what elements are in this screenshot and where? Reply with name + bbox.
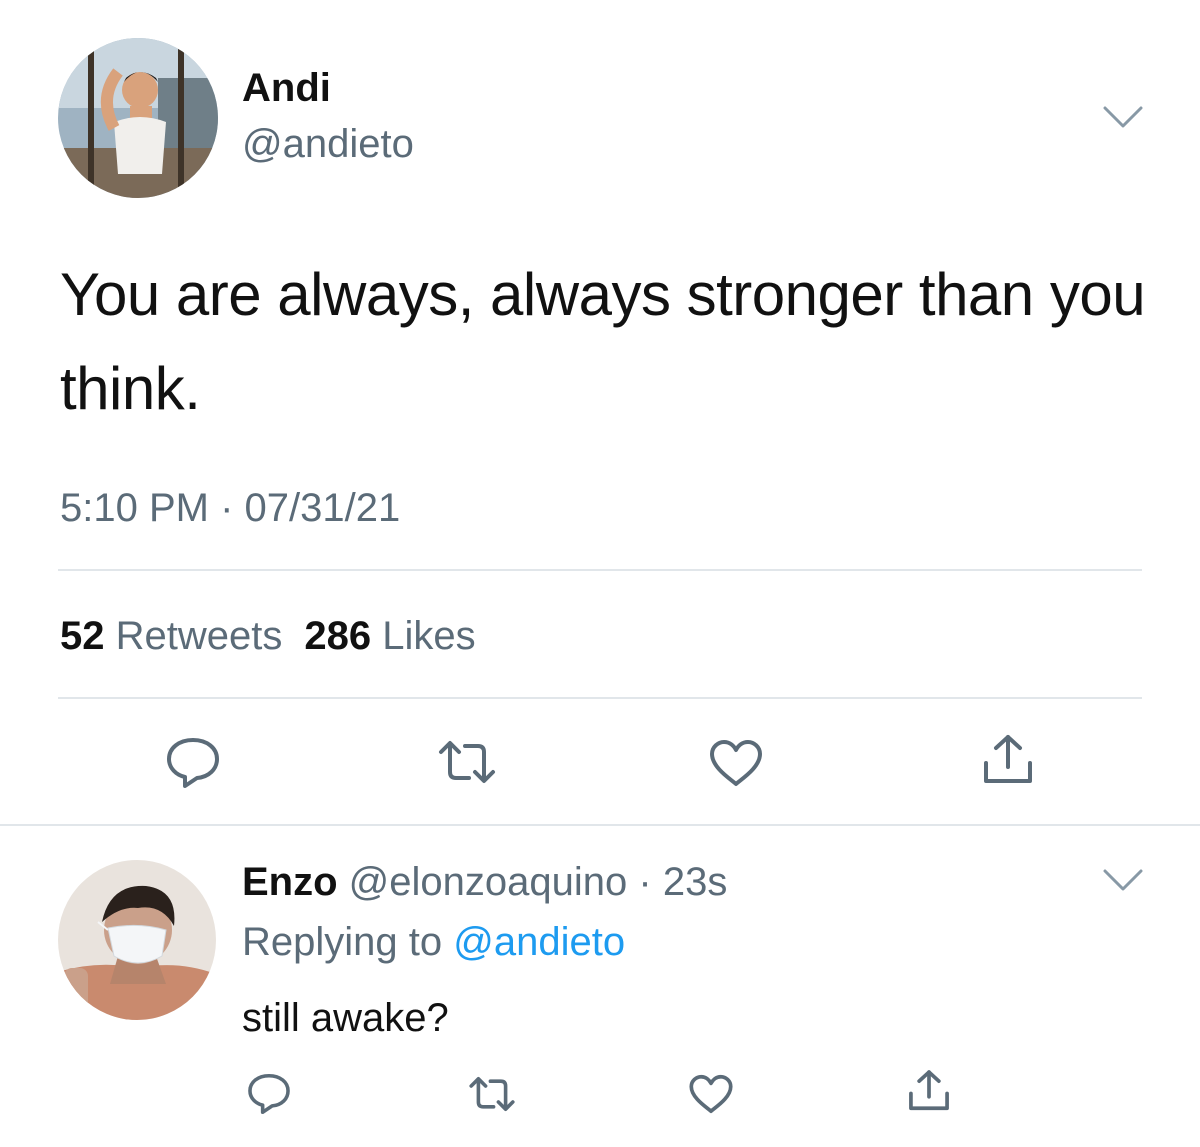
tweet-time: 5:10 PM	[60, 486, 209, 530]
retweet-label: Retweets	[115, 614, 283, 658]
comment-icon[interactable]	[246, 1072, 292, 1116]
reply-author-name[interactable]: Enzo	[242, 860, 338, 904]
tweet-date: 07/31/21	[244, 486, 401, 530]
reply-separator: ·	[638, 860, 652, 904]
replying-prefix: Replying to	[242, 920, 443, 964]
likes-stat[interactable]: 286 Likes	[304, 614, 475, 658]
heart-icon[interactable]	[688, 1073, 734, 1115]
comment-icon[interactable]	[164, 736, 222, 790]
share-icon[interactable]	[906, 1068, 952, 1114]
section-divider	[0, 824, 1200, 826]
retweets-stat[interactable]: 52 Retweets	[60, 614, 282, 658]
author-avatar[interactable]	[58, 38, 218, 198]
chevron-down-icon[interactable]	[1102, 103, 1144, 131]
like-count: 286	[304, 614, 372, 658]
replying-to: Replying to @andieto	[242, 918, 625, 966]
replying-handle-link[interactable]: @andieto	[453, 920, 625, 964]
engagement-stats: 52 Retweets 286 Likes	[60, 612, 476, 660]
reply-age[interactable]: 23s	[663, 860, 728, 904]
retweet-count: 52	[60, 614, 105, 658]
author-handle[interactable]: @andieto	[242, 120, 414, 168]
divider	[58, 697, 1142, 699]
divider	[58, 569, 1142, 571]
meta-separator: ·	[220, 486, 234, 530]
reply-author-avatar[interactable]	[58, 860, 216, 1020]
like-label: Likes	[382, 614, 476, 658]
reply-text: still awake?	[242, 996, 449, 1040]
reply-author-handle[interactable]: @elonzoaquino	[349, 860, 628, 904]
heart-icon[interactable]	[708, 738, 764, 788]
tweet-text: You are always, always stronger than you…	[60, 261, 1146, 422]
retweet-icon[interactable]	[468, 1074, 516, 1114]
author-name[interactable]: Andi	[242, 64, 331, 112]
chevron-down-icon[interactable]	[1102, 866, 1144, 894]
reply-header: Enzo @elonzoaquino · 23s	[242, 858, 727, 906]
retweet-icon[interactable]	[437, 738, 497, 786]
tweet-timestamp[interactable]: 5:10 PM · 07/31/21	[60, 484, 400, 532]
share-icon[interactable]	[980, 733, 1036, 787]
